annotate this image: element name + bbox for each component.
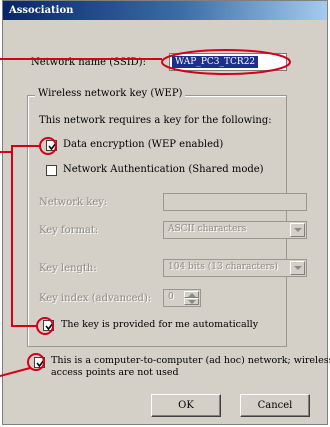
adhoc-label-line2: access points are not used [51, 367, 179, 378]
checkmark-icon [36, 359, 45, 368]
key-length-label: Key length: [39, 263, 97, 274]
data-encryption-checkbox[interactable] [46, 140, 57, 151]
cancel-button[interactable]: Cancel [240, 394, 310, 417]
key-format-dropdown-button[interactable] [290, 223, 305, 237]
checkmark-icon [45, 322, 54, 331]
key-index-spinner[interactable]: 0 [163, 289, 201, 307]
ssid-value: WAP_PC3_TCR22 [172, 56, 259, 68]
auto-key-label: The key is provided for me automatically [61, 319, 259, 330]
key-format-select[interactable]: ASCII characters [163, 221, 307, 239]
ok-button[interactable]: OK [151, 394, 221, 417]
adhoc-checkbox[interactable] [34, 357, 45, 368]
ssid-label: Network name (SSID): [31, 57, 146, 68]
key-format-value: ASCII characters [168, 224, 247, 234]
adhoc-label-line1: This is a computer-to-computer (ad hoc) … [51, 355, 330, 366]
key-length-select[interactable]: 104 bits (13 characters) [163, 259, 307, 277]
network-key-label: Network key: [39, 197, 108, 208]
data-encryption-label: Data encryption (WEP enabled) [63, 139, 224, 150]
network-key-input[interactable] [163, 193, 307, 211]
shared-auth-label: Network Authentication (Shared mode) [63, 164, 264, 175]
arrow-down-icon [188, 300, 196, 304]
key-length-dropdown-button[interactable] [290, 261, 305, 275]
key-index-down-button[interactable] [184, 298, 199, 305]
wep-group-title: Wireless network key (WEP) [35, 88, 186, 99]
key-index-label: Key index (advanced): [39, 293, 152, 304]
key-length-value: 104 bits (13 characters) [168, 262, 278, 272]
association-dialog: Association Network name (SSID): WAP_PC3… [2, 0, 330, 425]
key-index-up-button[interactable] [184, 291, 199, 298]
shared-auth-checkbox[interactable] [46, 165, 57, 176]
key-format-label: Key format: [39, 225, 99, 236]
chevron-down-icon [294, 228, 302, 232]
chevron-down-icon [294, 266, 302, 270]
window-title: Association [3, 1, 327, 20]
key-index-value: 0 [168, 292, 174, 302]
ssid-field[interactable]: WAP_PC3_TCR22 [169, 53, 287, 71]
auto-key-checkbox[interactable] [43, 320, 54, 331]
checkmark-icon [48, 142, 57, 151]
wep-description: This network requires a key for the foll… [39, 115, 272, 126]
